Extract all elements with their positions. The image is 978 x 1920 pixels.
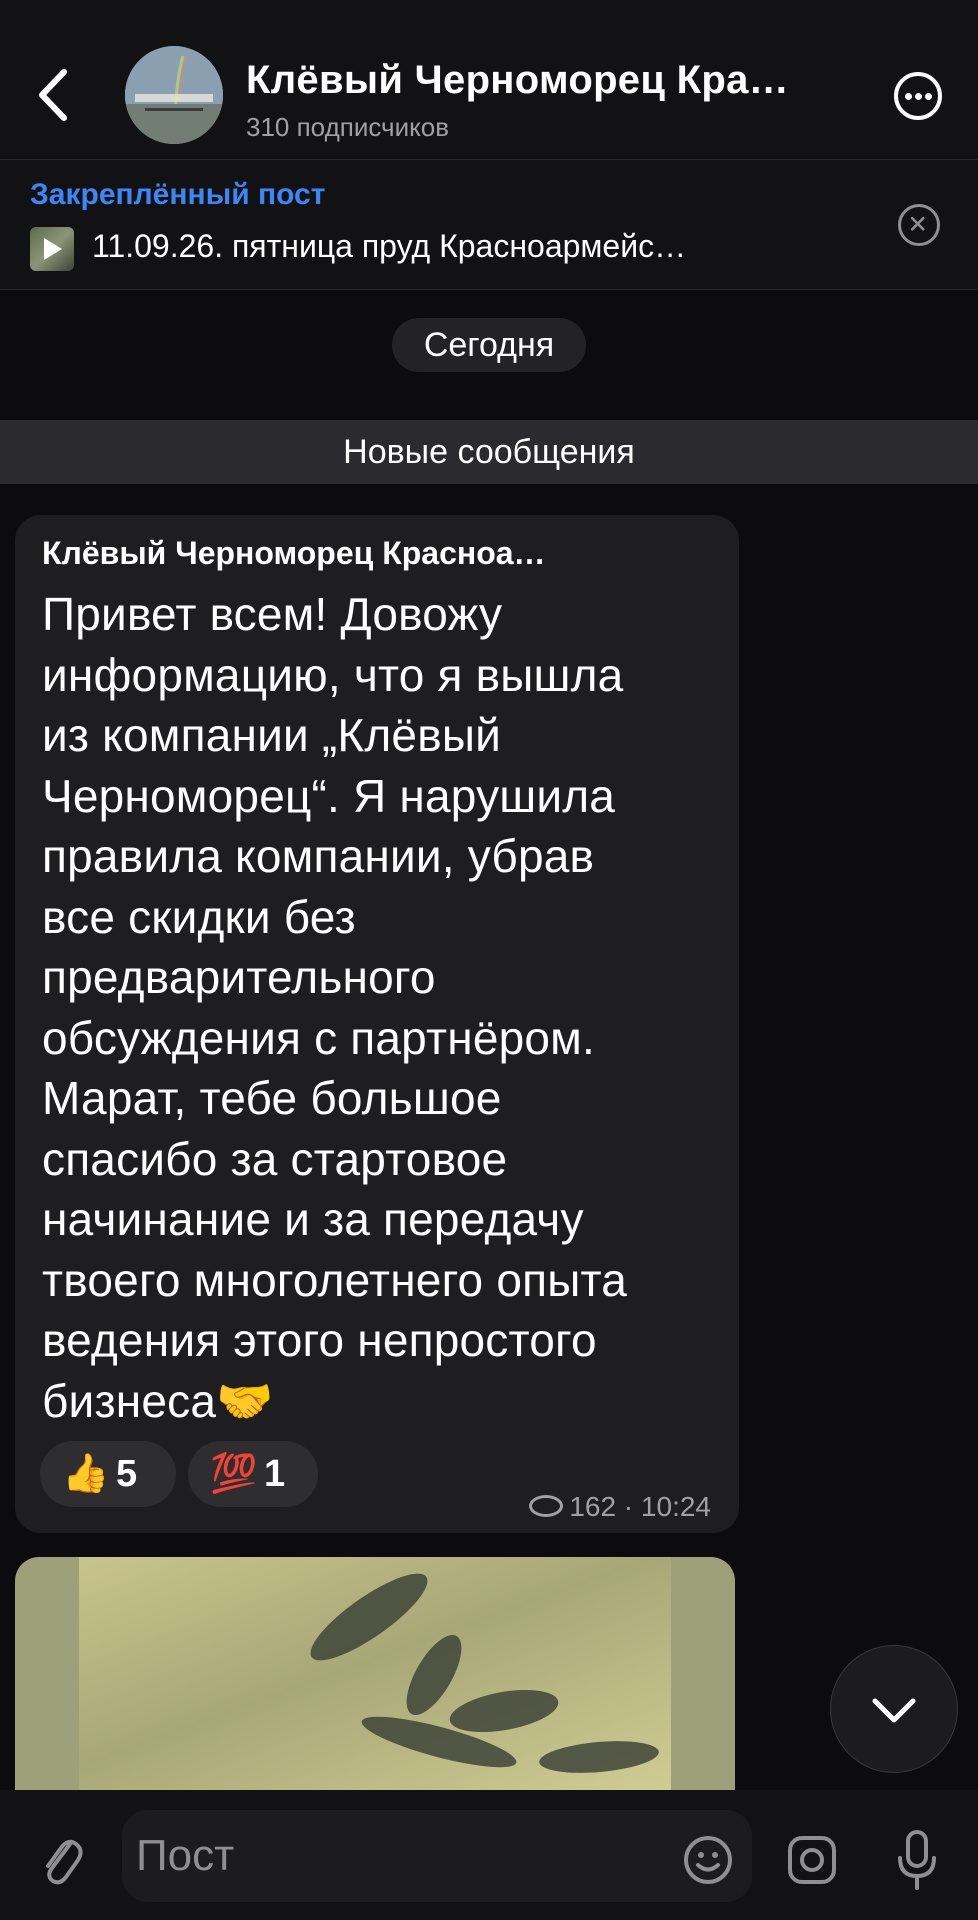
reaction-count: 5 [116,1453,138,1495]
avatar-image [125,46,223,144]
chevron-down-icon [872,1698,916,1723]
message-text: Привет всем! Довожу информацию, что я вы… [42,588,628,1427]
more-dot [905,93,912,100]
hundred-icon: 💯 [210,1453,258,1495]
video-message-icon[interactable] [786,1834,838,1886]
fish-shape [537,1736,661,1778]
pinned-label: Закреплённый пост [30,178,326,211]
more-dot [925,93,932,100]
back-icon[interactable] [28,60,78,130]
date-separator: Сегодня [392,318,586,372]
reaction-hundred[interactable]: 💯 1 [188,1441,318,1507]
video-message-preview[interactable] [15,1557,735,1807]
channel-avatar[interactable] [125,46,223,144]
more-dot [915,93,922,100]
close-pinned-icon[interactable] [898,204,940,246]
new-messages-divider: Новые сообщения [0,420,978,484]
scroll-down-button[interactable] [830,1645,958,1773]
paperclip-icon[interactable] [36,1830,84,1888]
video-frame [79,1557,671,1807]
message-meta: 162 · 10:24 [529,1491,711,1523]
emoji-sticker-icon[interactable] [682,1834,734,1886]
fish-shape [446,1682,562,1740]
message-author[interactable]: Клёвый Черноморец Красноа… [42,535,702,572]
thumbs-up-icon: 👍 [62,1453,110,1495]
pinned-video-thumbnail [30,227,74,271]
fish-shape [300,1560,438,1674]
message-bubble[interactable]: Клёвый Черноморец Красноа… Привет всем! … [15,515,739,1533]
subscriber-count: 310 подписчиков [246,112,450,142]
view-count: 162 [569,1491,617,1522]
channel-title[interactable]: Клёвый Черноморец Кра… [246,58,846,103]
more-options-icon[interactable] [894,72,942,120]
composer-bar [0,1790,978,1920]
microphone-icon[interactable] [894,1828,940,1892]
reaction-count: 1 [264,1453,286,1495]
pinned-text: 11.09.26. пятница пруд Красноармейс… [92,228,687,264]
post-input[interactable] [122,1810,752,1902]
chat-header: Клёвый Черноморец Кра… 310 подписчиков [0,0,978,160]
pinned-post-bar[interactable]: Закреплённый пост 11.09.26. пятница пруд… [0,160,978,290]
message-time: 10:24 [640,1491,711,1522]
views-eye-icon [529,1495,564,1517]
play-icon [44,238,62,260]
reaction-thumbs-up[interactable]: 👍 5 [40,1441,176,1507]
